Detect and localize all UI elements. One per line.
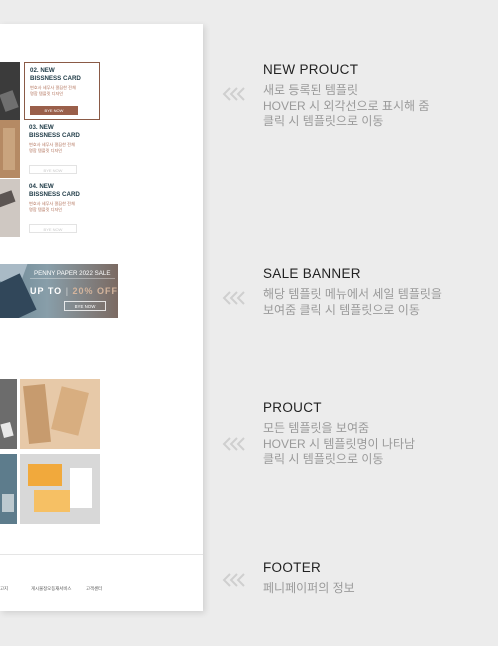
product-info-hover[interactable]: 02. NEW BISSNESS CARD 변호사 세무사 깔끔한 전체 명함 … — [24, 62, 100, 120]
product-item[interactable] — [20, 454, 100, 524]
banner-up-to: UP TO — [30, 286, 63, 296]
banner-discount: UP TO | 20% OFF — [30, 286, 118, 296]
new-product-card[interactable]: 03. NEW BISSNESS CARD 변호사 세무사 깔끔한 전체 명함 … — [0, 120, 203, 178]
product-thumbnail[interactable] — [0, 62, 20, 120]
buy-now-button[interactable]: BYE NOW — [29, 165, 77, 174]
annotation-title: PROUCT — [263, 400, 322, 415]
footer-link[interactable]: 게시물정오등재서비스 — [31, 586, 71, 592]
annotation-description: 페니페이퍼의 정보 — [263, 581, 355, 595]
product-item[interactable] — [0, 454, 17, 524]
chevron-left-triple-icon — [222, 87, 245, 101]
annotation-title: SALE BANNER — [263, 266, 361, 281]
template-page: 02. NEW BISSNESS CARD 변호사 세무사 깔끔한 전체 명함 … — [0, 24, 203, 611]
annotation-description: 모든 템플릿을 보여줌 HOVER 시 템플릿명이 나타남 클릭 시 템플릿으로… — [263, 421, 416, 466]
product-info[interactable]: 04. NEW BISSNESS CARD 변호사 세무사 깔끔한 전체 명함 … — [24, 179, 100, 237]
annotation-description: 해당 템플릿 메뉴에서 세일 템플릿을 보여줌 클릭 시 템플릿으로 이동 — [263, 287, 442, 317]
product-thumbnail[interactable] — [0, 120, 20, 178]
buy-now-button[interactable]: BYE NOW — [29, 224, 77, 233]
chevron-left-triple-icon — [222, 437, 245, 451]
chevron-left-triple-icon — [222, 291, 245, 305]
product-info[interactable]: 03. NEW BISSNESS CARD 변호사 세무사 깔끔한 전체 명함 … — [24, 120, 100, 178]
product-description: 변호사 세무사 깔끔한 전체 명함 템플릿 디자인 — [29, 142, 75, 153]
banner-divider — [30, 278, 115, 279]
product-description: 변호사 세무사 깔끔한 전체 명함 템플릿 디자인 — [30, 85, 76, 96]
product-title: 02. NEW BISSNESS CARD — [30, 67, 81, 82]
banner-buy-button[interactable]: BYE NOW — [64, 301, 106, 311]
footer-divider — [0, 554, 203, 555]
product-thumbnail[interactable] — [0, 179, 20, 237]
product-item[interactable] — [20, 379, 100, 449]
product-item[interactable] — [0, 379, 17, 449]
sale-banner[interactable]: PENNY PAPER 2022 SALE UP TO | 20% OFF BY… — [0, 264, 118, 318]
chevron-left-triple-icon — [222, 573, 245, 587]
buy-now-button[interactable]: BYE NOW — [30, 106, 78, 115]
annotation-description: 새로 등록된 템플릿 HOVER 시 외각선으로 표시해 줌 클릭 시 템플릿으… — [263, 83, 430, 128]
banner-title: PENNY PAPER 2022 SALE — [34, 270, 111, 277]
new-product-card[interactable]: 02. NEW BISSNESS CARD 변호사 세무사 깔끔한 전체 명함 … — [0, 62, 203, 120]
annotation-title: FOOTER — [263, 560, 322, 575]
product-description: 변호사 세무사 깔끔한 전체 명함 템플릿 디자인 — [29, 201, 75, 212]
footer-link[interactable]: 고지 — [0, 586, 8, 592]
new-product-card[interactable]: 04. NEW BISSNESS CARD 변호사 세무사 깔끔한 전체 명함 … — [0, 179, 203, 237]
banner-percent: 20% OFF — [72, 286, 118, 296]
annotation-title: NEW PROUCT — [263, 62, 359, 77]
footer-link[interactable]: 고객센터 — [86, 586, 102, 592]
product-title: 03. NEW BISSNESS CARD — [29, 124, 80, 139]
product-title: 04. NEW BISSNESS CARD — [29, 183, 80, 198]
